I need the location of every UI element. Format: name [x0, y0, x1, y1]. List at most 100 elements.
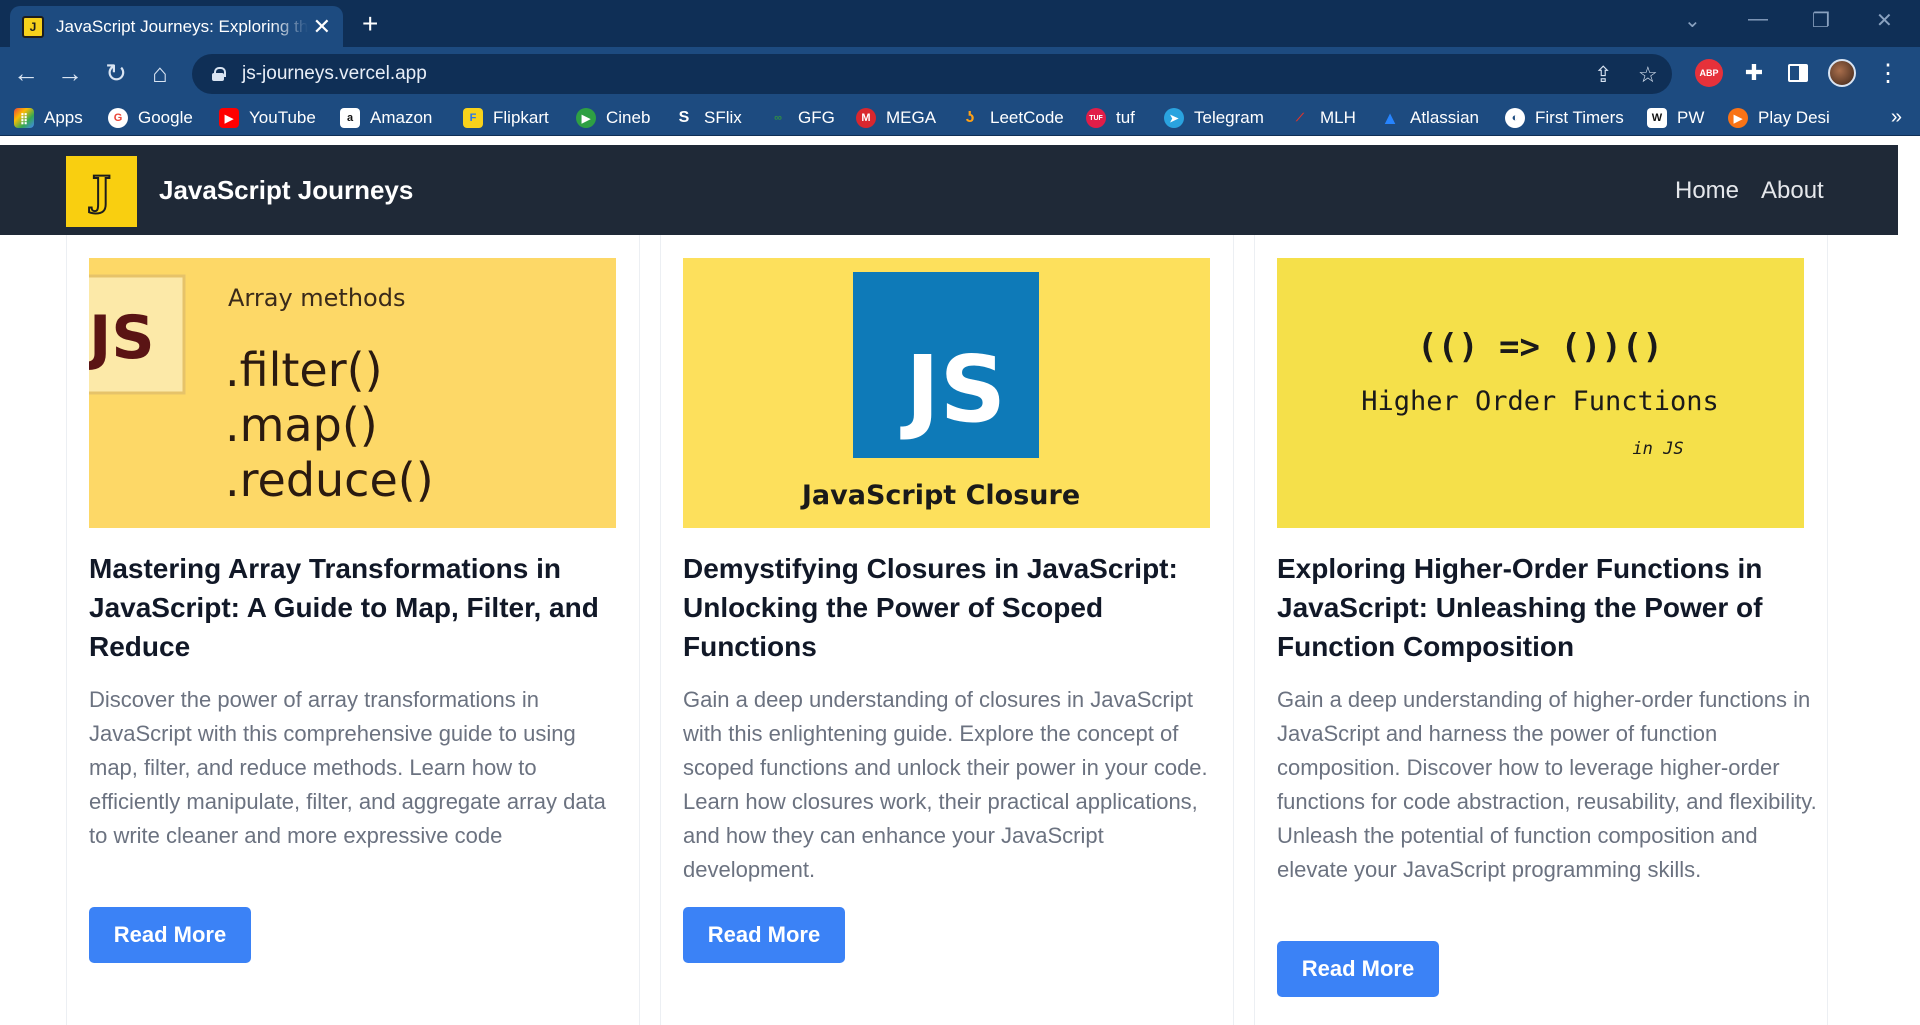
site-logo[interactable]: J — [66, 156, 137, 227]
js-badge: JS — [89, 303, 155, 373]
read-more-button[interactable]: Read More — [1277, 941, 1439, 997]
tab-close-icon[interactable]: ✕ — [313, 15, 331, 38]
tab-search-chevron-icon[interactable]: ⌄ — [1684, 8, 1701, 33]
read-more-button[interactable]: Read More — [683, 907, 845, 963]
sflix-icon: S — [678, 109, 690, 126]
mega-icon: M — [856, 108, 876, 128]
blog-card: JS Array methods .filter() .map() .reduc… — [66, 235, 640, 1025]
bookmark-label: GFG — [798, 108, 835, 127]
card-description: Discover the power of array transformati… — [89, 687, 606, 848]
read-more-button[interactable]: Read More — [89, 907, 251, 963]
lock-icon[interactable] — [212, 67, 226, 81]
map-method-text: .map() — [225, 398, 378, 452]
card-thumbnail-higher-order-functions[interactable]: (() => ())() Higher Order Functions in J… — [1277, 258, 1804, 528]
bookmark-youtube[interactable]: ▶ YouTube — [219, 106, 316, 130]
bookmark-tuf[interactable]: TUF tuf — [1086, 106, 1135, 130]
hof-heading: Higher Order Functions — [1361, 386, 1719, 417]
tuf-icon: TUF — [1086, 108, 1106, 128]
address-bar[interactable]: js-journeys.vercel.app ⇪ ☆ — [192, 54, 1672, 94]
pw-icon: W — [1647, 108, 1667, 128]
bookmark-flipkart[interactable]: F Flipkart — [463, 106, 549, 130]
bookmark-label: tuf — [1116, 108, 1135, 127]
mlh-icon: ⟋ — [1296, 111, 1304, 124]
side-panel-icon[interactable] — [1784, 59, 1812, 87]
site-header: J JavaScript Journeys Home About — [0, 145, 1898, 235]
bookmark-leetcode[interactable]: ʖ LeetCode — [960, 106, 1064, 130]
leetcode-icon: ʖ — [965, 109, 975, 126]
card-title[interactable]: Demystifying Closures in JavaScript: Unl… — [683, 549, 1223, 666]
bookmark-gfg[interactable]: ∞ GFG — [768, 106, 835, 130]
extensions-puzzle-icon[interactable]: ✚ — [1740, 59, 1768, 87]
nav-home-link[interactable]: Home — [1675, 177, 1739, 205]
array-methods-illustration: JS Array methods .filter() .map() .reduc… — [89, 274, 434, 507]
bookmark-label: Google — [138, 108, 193, 127]
adblock-plus-icon[interactable]: ABP — [1695, 59, 1723, 87]
bookmark-label: MLH — [1320, 108, 1356, 127]
home-icon[interactable]: ⌂ — [144, 57, 176, 89]
bookmark-apps[interactable]: ⣿ Apps — [14, 106, 83, 130]
logo-letter: J — [91, 167, 112, 216]
bookmark-label: Flipkart — [493, 108, 549, 127]
bookmark-star-icon[interactable]: ☆ — [1638, 62, 1658, 88]
card-title[interactable]: Mastering Array Transformations in JavaS… — [89, 549, 629, 666]
bookmark-google[interactable]: G Google — [108, 106, 193, 130]
bookmark-amazon[interactable]: a Amazon — [340, 106, 432, 130]
browser-tab-strip: J JavaScript Journeys: Exploring the ✕ +… — [0, 0, 1920, 47]
bookmark-pw[interactable]: W PW — [1647, 106, 1704, 130]
card-title[interactable]: Exploring Higher-Order Functions in Java… — [1277, 549, 1817, 666]
bookmarks-bar: ⣿ Apps G Google ▶ YouTube a Amazon F Flipkart… — [0, 100, 1920, 136]
bookmark-label: Atlassian — [1410, 108, 1479, 127]
bookmark-play-desi[interactable]: ▶ Play Desi — [1728, 106, 1830, 130]
restore-icon[interactable]: ❐ — [1812, 8, 1830, 33]
bookmark-label: SFlix — [704, 108, 742, 127]
bookmark-label: PW — [1677, 108, 1705, 127]
window-close-icon[interactable]: ✕ — [1876, 8, 1893, 33]
bookmark-first-timers[interactable]: ◐ First Timers — [1505, 106, 1624, 130]
kebab-menu-icon[interactable]: ⋮ — [1874, 59, 1902, 87]
bookmark-cineb[interactable]: ▶ Cineb — [576, 106, 650, 130]
minimize-icon[interactable]: — — [1748, 8, 1768, 31]
cineb-icon: ▶ — [576, 108, 596, 128]
closure-caption: JavaScript Closure — [800, 480, 1080, 511]
bookmark-label: YouTube — [249, 108, 316, 127]
play-desi-icon: ▶ — [1728, 108, 1748, 128]
back-arrow-icon[interactable]: ← — [10, 57, 42, 89]
bookmark-atlassian[interactable]: ▲ Atlassian — [1380, 106, 1479, 130]
reload-icon[interactable]: ↻ — [100, 57, 132, 89]
bookmarks-overflow-chevron-icon[interactable]: » — [1891, 106, 1902, 129]
card-thumbnail-array-methods[interactable]: JS Array methods .filter() .map() .reduc… — [89, 258, 616, 528]
bookmark-label: LeetCode — [990, 108, 1064, 127]
profile-avatar[interactable] — [1828, 59, 1856, 87]
forward-arrow-icon[interactable]: → — [54, 57, 86, 89]
bookmark-label: First Timers — [1535, 108, 1624, 127]
bookmark-label: MEGA — [886, 108, 937, 127]
bookmark-telegram[interactable]: ➤ Telegram — [1164, 106, 1264, 130]
bookmark-label: Apps — [44, 108, 83, 127]
new-tab-plus-icon[interactable]: + — [362, 10, 378, 38]
apps-grid-icon: ⣿ — [14, 108, 34, 128]
tab-title: JavaScript Journeys: Exploring the — [56, 16, 308, 36]
site-brand-title[interactable]: JavaScript Journeys — [159, 175, 413, 206]
bookmark-label: Telegram — [1194, 108, 1264, 127]
share-icon[interactable]: ⇪ — [1594, 62, 1612, 88]
bookmark-mega[interactable]: M MEGA — [856, 106, 936, 130]
blog-card: JS JavaScript Closure Demystifying Closu… — [660, 235, 1234, 1025]
youtube-icon: ▶ — [219, 108, 239, 128]
card-thumbnail-closure[interactable]: JS JavaScript Closure — [683, 258, 1210, 528]
bookmark-mlh[interactable]: ⟋ MLH — [1290, 106, 1356, 130]
bookmark-label: Amazon — [370, 108, 433, 127]
js-logo-text: JS — [900, 336, 1007, 443]
reduce-method-text: .reduce() — [225, 453, 434, 507]
bookmark-sflix[interactable]: S SFlix — [674, 106, 742, 130]
browser-toolbar: ← → ↻ ⌂ js-journeys.vercel.app ⇪ ☆ ABP ✚… — [0, 47, 1920, 100]
url-text[interactable]: js-journeys.vercel.app — [242, 63, 427, 85]
filter-method-text: .filter() — [225, 343, 383, 397]
flipkart-icon: F — [463, 108, 483, 128]
bookmark-label: Play Desi — [1758, 108, 1830, 127]
nav-about-link[interactable]: About — [1761, 177, 1824, 205]
blog-card: (() => ())() Higher Order Functions in J… — [1254, 235, 1828, 1025]
browser-tab-active[interactable]: J JavaScript Journeys: Exploring the ✕ — [10, 6, 343, 47]
gfg-icon: ∞ — [774, 112, 782, 124]
atlassian-icon: ▲ — [1381, 107, 1399, 128]
google-icon: G — [108, 108, 128, 128]
